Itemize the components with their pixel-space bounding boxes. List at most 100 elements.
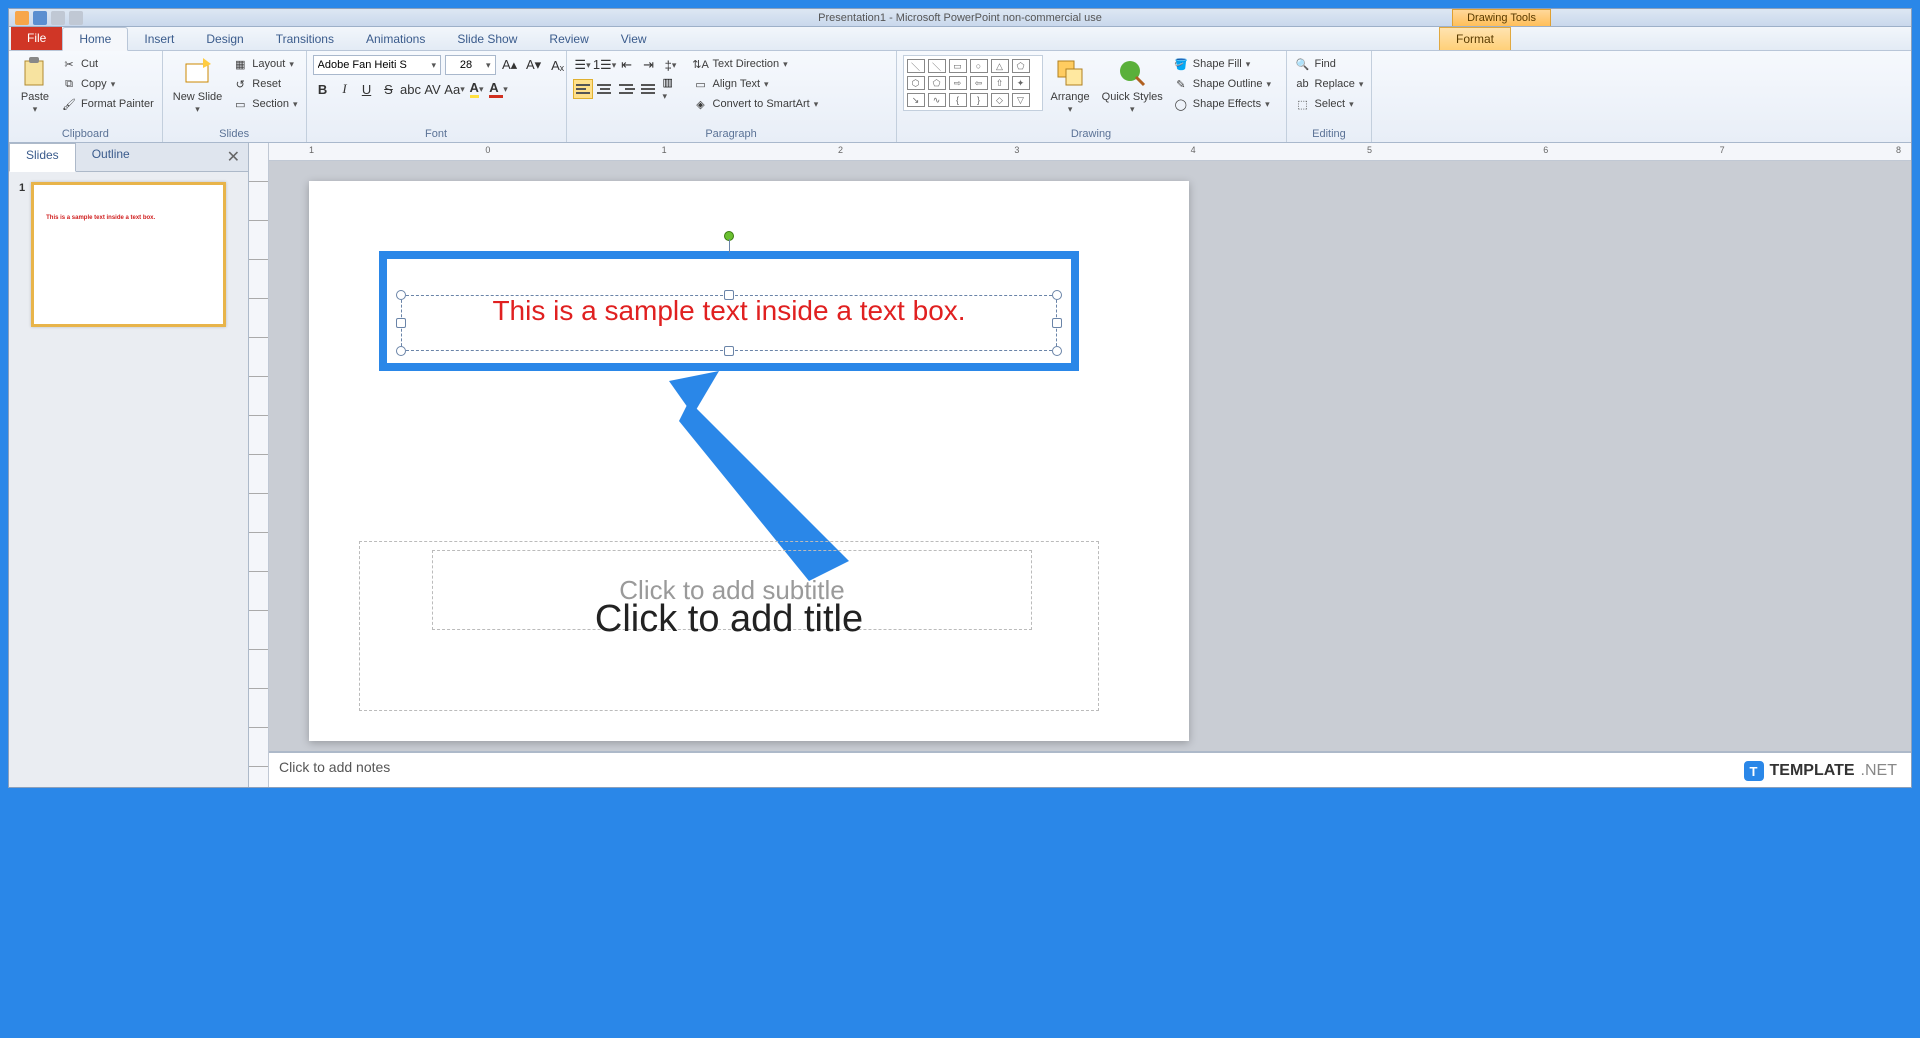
font-name-selector[interactable]: Adobe Fan Heiti S▾ bbox=[313, 55, 442, 75]
tab-slideshow[interactable]: Slide Show bbox=[441, 28, 533, 50]
text-direction-icon: ⇅A bbox=[693, 56, 709, 72]
tab-animations[interactable]: Animations bbox=[350, 28, 441, 50]
save-icon[interactable] bbox=[33, 11, 47, 25]
outline-tab[interactable]: Outline bbox=[76, 143, 146, 171]
font-color-button[interactable]: A▾ bbox=[489, 79, 509, 99]
strikethrough-button[interactable]: S bbox=[379, 79, 399, 99]
shapes-gallery[interactable]: ＼＼▭○△⬠ ⬡⬠⇨⇦⇧✦ ↘∿{}◇▽ bbox=[903, 55, 1043, 111]
paste-button[interactable]: Paste▾ bbox=[15, 55, 55, 117]
align-left-button[interactable] bbox=[573, 79, 593, 99]
section-icon: ▭ bbox=[232, 96, 248, 112]
tab-insert[interactable]: Insert bbox=[128, 28, 190, 50]
quick-access-toolbar bbox=[15, 11, 83, 25]
align-center-button[interactable] bbox=[595, 79, 615, 99]
close-panel-button[interactable]: ✕ bbox=[219, 143, 248, 171]
tab-review[interactable]: Review bbox=[533, 28, 604, 50]
window-title: Presentation1 - Microsoft PowerPoint non… bbox=[818, 12, 1102, 24]
shape-effects-button[interactable]: ◯Shape Effects▾ bbox=[1171, 95, 1273, 113]
line-spacing-button[interactable]: ‡▾ bbox=[661, 55, 681, 75]
increase-indent-button[interactable]: ⇥ bbox=[639, 55, 659, 75]
text-shadow-button[interactable]: abc bbox=[401, 79, 421, 99]
new-slide-button[interactable]: New Slide▾ bbox=[169, 55, 227, 117]
group-editing: 🔍Find abReplace▾ ⬚Select▾ Editing bbox=[1287, 51, 1373, 142]
cut-button[interactable]: ✂Cut bbox=[59, 55, 156, 73]
numbering-button[interactable]: 1☰▾ bbox=[595, 55, 615, 75]
resize-handle[interactable] bbox=[396, 318, 406, 328]
horizontal-ruler[interactable]: 1012345678 bbox=[269, 143, 1911, 161]
title-placeholder[interactable]: Click to add title bbox=[360, 598, 1098, 641]
slide[interactable]: This is a sample text inside a text box.… bbox=[309, 181, 1189, 741]
thumb-number: 1 bbox=[19, 182, 25, 194]
shape-outline-button[interactable]: ✎Shape Outline▾ bbox=[1171, 75, 1273, 93]
sample-textbox-content[interactable]: This is a sample text inside a text box. bbox=[476, 285, 981, 337]
notes-pane[interactable]: Click to add notes bbox=[269, 751, 1911, 787]
title-placeholder-area[interactable]: Click to add subtitle Click to add title bbox=[359, 541, 1099, 711]
powerpoint-icon[interactable] bbox=[15, 11, 29, 25]
undo-icon[interactable] bbox=[51, 11, 65, 25]
slide-thumbnail[interactable]: This is a sample text inside a text box. bbox=[31, 182, 226, 327]
layout-button[interactable]: ▦Layout▾ bbox=[230, 55, 299, 73]
columns-button[interactable]: ▥▾ bbox=[661, 79, 681, 99]
ribbon-tabs: File Home Insert Design Transitions Anim… bbox=[9, 27, 1911, 51]
change-case-button[interactable]: Aa▾ bbox=[445, 79, 465, 99]
tab-view[interactable]: View bbox=[605, 28, 663, 50]
slide-canvas-area[interactable]: This is a sample text inside a text box.… bbox=[269, 161, 1911, 787]
select-button[interactable]: ⬚Select▾ bbox=[1293, 95, 1366, 113]
arrange-icon bbox=[1054, 57, 1086, 89]
tab-file[interactable]: File bbox=[11, 26, 62, 50]
convert-smartart-button[interactable]: ◈Convert to SmartArt▾ bbox=[691, 95, 821, 113]
layout-icon: ▦ bbox=[232, 56, 248, 72]
underline-button[interactable]: U bbox=[357, 79, 377, 99]
decrease-indent-button[interactable]: ⇤ bbox=[617, 55, 637, 75]
replace-button[interactable]: abReplace▾ bbox=[1293, 75, 1366, 93]
vertical-ruler[interactable] bbox=[249, 143, 269, 787]
format-painter-button[interactable]: 🖌Format Painter bbox=[59, 95, 156, 113]
arrange-button[interactable]: Arrange▾ bbox=[1047, 55, 1094, 117]
grow-font-button[interactable]: A▴ bbox=[500, 55, 520, 75]
bullets-button[interactable]: ☰▾ bbox=[573, 55, 593, 75]
resize-handle[interactable] bbox=[724, 346, 734, 356]
template-logo-icon: T bbox=[1744, 761, 1764, 781]
resize-handle[interactable] bbox=[1052, 290, 1062, 300]
font-size-selector[interactable]: 28▾ bbox=[445, 55, 496, 75]
ribbon: Paste▾ ✂Cut ⧉Copy▾ 🖌Format Painter Clipb… bbox=[9, 51, 1911, 143]
select-icon: ⬚ bbox=[1295, 96, 1311, 112]
resize-handle[interactable] bbox=[1052, 346, 1062, 356]
shape-fill-button[interactable]: 🪣Shape Fill▾ bbox=[1171, 55, 1273, 73]
tab-design[interactable]: Design bbox=[190, 28, 259, 50]
italic-button[interactable]: I bbox=[335, 79, 355, 99]
group-drawing: ＼＼▭○△⬠ ⬡⬠⇨⇦⇧✦ ↘∿{}◇▽ Arrange▾ Quick Styl… bbox=[897, 51, 1287, 142]
slides-tab[interactable]: Slides bbox=[9, 143, 76, 172]
resize-handle[interactable] bbox=[396, 290, 406, 300]
group-font: Adobe Fan Heiti S▾ 28▾ A▴ A▾ Aₓ B I U S … bbox=[307, 51, 567, 142]
shrink-font-button[interactable]: A▾ bbox=[524, 55, 544, 75]
smartart-icon: ◈ bbox=[693, 96, 709, 112]
tab-home[interactable]: Home bbox=[62, 27, 128, 51]
clear-formatting-button[interactable]: Aₓ bbox=[548, 55, 568, 75]
resize-handle[interactable] bbox=[396, 346, 406, 356]
reset-button[interactable]: ↺Reset bbox=[230, 75, 299, 93]
find-button[interactable]: 🔍Find bbox=[1293, 55, 1366, 73]
justify-button[interactable] bbox=[639, 79, 659, 99]
redo-icon[interactable] bbox=[69, 11, 83, 25]
outline-icon: ✎ bbox=[1173, 76, 1189, 92]
paste-icon bbox=[19, 57, 51, 89]
find-icon: 🔍 bbox=[1295, 56, 1311, 72]
align-text-button[interactable]: ▭Align Text▾ bbox=[691, 75, 821, 93]
title-bar: Presentation1 - Microsoft PowerPoint non… bbox=[9, 9, 1911, 27]
align-text-icon: ▭ bbox=[693, 76, 709, 92]
replace-icon: ab bbox=[1295, 76, 1311, 92]
copy-button[interactable]: ⧉Copy▾ bbox=[59, 75, 156, 93]
highlight-button[interactable]: A▾ bbox=[467, 79, 487, 99]
quick-styles-button[interactable]: Quick Styles▾ bbox=[1098, 55, 1167, 117]
tab-transitions[interactable]: Transitions bbox=[260, 28, 350, 50]
section-button[interactable]: ▭Section▾ bbox=[230, 95, 299, 113]
align-right-button[interactable] bbox=[617, 79, 637, 99]
text-direction-button[interactable]: ⇅AText Direction▾ bbox=[691, 55, 821, 73]
reset-icon: ↺ bbox=[232, 76, 248, 92]
copy-icon: ⧉ bbox=[61, 76, 77, 92]
bold-button[interactable]: B bbox=[313, 79, 333, 99]
tab-format[interactable]: Format bbox=[1439, 27, 1511, 50]
resize-handle[interactable] bbox=[1052, 318, 1062, 328]
char-spacing-button[interactable]: AV bbox=[423, 79, 443, 99]
